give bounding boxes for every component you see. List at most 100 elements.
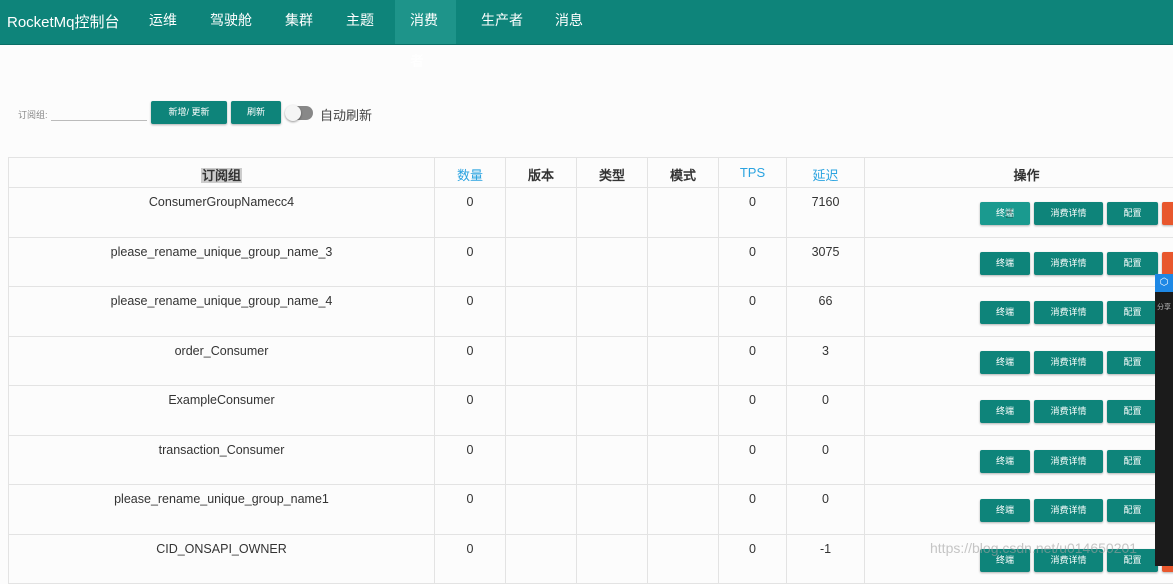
share-icon[interactable]: ⬡ [1155,274,1173,292]
cell-count: 0 [435,287,506,337]
cell-group: CID_ONSAPI_OWNER [9,534,435,584]
cell-group: please_rename_unique_group_name_3 [9,237,435,287]
cell-group: please_rename_unique_group_name1 [9,485,435,535]
cell-group: please_rename_unique_group_name_4 [9,287,435,337]
config-button[interactable]: 配置 [1107,351,1158,374]
nav-item-topic[interactable]: 主题 [331,0,389,44]
terminal-button[interactable]: 终端 [980,450,1030,473]
table-header-row: 订阅组 数量 版本 类型 模式 TPS 延迟 操作 [9,158,1173,188]
nav-item-message[interactable]: 消息 [540,0,598,44]
cell-type [577,287,648,337]
cell-operations: 终端消费详情配置 [865,485,1173,535]
config-button[interactable]: 配置 [1107,252,1158,275]
table-row: please_rename_unique_group_name_3003075终… [9,237,1173,287]
cell-delay: 0 [787,386,865,436]
cell-version [506,287,577,337]
delete-button[interactable] [1162,252,1173,275]
delete-button[interactable] [1162,202,1173,225]
table-row: please_rename_unique_group_name_40066终端消… [9,287,1173,337]
cell-delay: 3 [787,336,865,386]
config-button[interactable]: 配置 [1107,202,1158,225]
cell-group: ConsumerGroupNamecc4 [9,188,435,238]
nav-item-cluster[interactable]: 集群 [270,0,328,44]
terminal-button[interactable]: 终端 [980,351,1030,374]
nav-item-ops[interactable]: 运维 [134,0,192,44]
table-row: order_Consumer003终端消费详情配置 [9,336,1173,386]
consume-detail-button[interactable]: 消费详情 [1034,450,1103,473]
nav-item-producer[interactable]: 生产者 [466,0,538,44]
table-row: transaction_Consumer000终端消费详情配置 [9,435,1173,485]
cell-tps: 0 [719,435,787,485]
subscription-group-input[interactable] [51,106,147,121]
cell-type [577,336,648,386]
consume-detail-button[interactable]: 消费详情 [1034,202,1103,225]
share-label: 分享 [1155,302,1173,312]
terminal-button[interactable]: 终端 [980,252,1030,275]
cell-version [506,336,577,386]
toolbar: 订阅组: 新增/ 更新 刷新 自动刷新 [0,101,600,125]
cell-delay: 7160 [787,188,865,238]
cell-operations: 终端消费详情配置 [865,386,1173,436]
auto-refresh-label: 自动刷新 [320,105,372,124]
terminal-button[interactable]: 终端 [980,499,1030,522]
cell-group: ExampleConsumer [9,386,435,436]
watermark: https://blog.csdn.net/u014650201 [930,540,1137,556]
cell-mode [648,435,719,485]
cell-tps: 0 [719,287,787,337]
cell-tps: 0 [719,188,787,238]
top-navbar: RocketMq控制台 运维 驾驶舱 集群 主题 消费者 生产者 消息 [0,0,1173,45]
cell-mode [648,188,719,238]
config-button[interactable]: 配置 [1107,301,1158,324]
header-delay[interactable]: 延迟 [787,158,865,188]
consume-detail-button[interactable]: 消费详情 [1034,499,1103,522]
cell-tps: 0 [719,386,787,436]
refresh-button[interactable]: 刷新 [231,101,281,124]
cell-tps: 0 [719,485,787,535]
hand-cursor-icon: ☝ [1005,205,1014,222]
app-brand[interactable]: RocketMq控制台 [7,11,120,32]
subscription-group-label: 订阅组: [18,108,48,121]
header-operations: 操作 [865,158,1173,188]
nav-item-cockpit[interactable]: 驾驶舱 [195,0,267,44]
consume-detail-button[interactable]: 消费详情 [1034,351,1103,374]
cell-version [506,435,577,485]
cell-count: 0 [435,188,506,238]
cell-mode [648,336,719,386]
cell-type [577,534,648,584]
cell-count: 0 [435,435,506,485]
header-tps[interactable]: TPS [719,158,787,188]
nav-item-consumer[interactable]: 消费者 [395,0,456,44]
config-button[interactable]: 配置 [1107,450,1158,473]
table-row: ExampleConsumer000终端消费详情配置 [9,386,1173,436]
side-share-panel: ⬡ 分享 [1155,274,1173,566]
consume-detail-button[interactable]: 消费详情 [1034,252,1103,275]
consume-detail-button[interactable]: 消费详情 [1034,400,1103,423]
cell-count: 0 [435,534,506,584]
cell-count: 0 [435,386,506,436]
table-row: please_rename_unique_group_name1000终端消费详… [9,485,1173,535]
config-button[interactable]: 配置 [1107,400,1158,423]
cell-mode [648,237,719,287]
consume-detail-button[interactable]: 消费详情 [1034,301,1103,324]
header-version: 版本 [506,158,577,188]
cell-type [577,188,648,238]
terminal-button[interactable]: 终端 [980,301,1030,324]
cell-delay: 66 [787,287,865,337]
auto-refresh-toggle[interactable] [286,106,313,120]
cell-version [506,485,577,535]
terminal-button[interactable]: 终端 [980,400,1030,423]
header-type: 类型 [577,158,648,188]
add-update-button[interactable]: 新增/ 更新 [151,101,227,124]
header-count[interactable]: 数量 [435,158,506,188]
cell-version [506,386,577,436]
cell-group: order_Consumer [9,336,435,386]
header-group[interactable]: 订阅组 [9,158,435,188]
config-button[interactable]: 配置 [1107,499,1158,522]
header-mode: 模式 [648,158,719,188]
cell-mode [648,485,719,535]
cell-type [577,237,648,287]
cell-delay: -1 [787,534,865,584]
consumer-table: 订阅组 数量 版本 类型 模式 TPS 延迟 操作 ConsumerGroupN… [8,157,1173,584]
cell-delay: 3075 [787,237,865,287]
cell-type [577,435,648,485]
